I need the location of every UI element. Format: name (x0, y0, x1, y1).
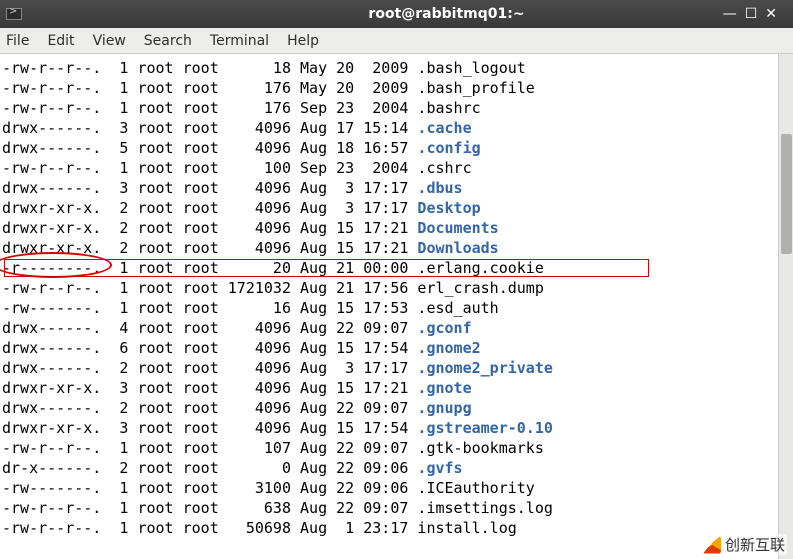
list-row: drwx------. 4 root root 4096 Aug 22 09:0… (2, 318, 778, 338)
file-name-dir: .dbus (417, 179, 462, 197)
list-row: -rw-r--r--. 1 root root 50698 Aug 1 23:1… (2, 518, 778, 538)
file-name: .cshrc (417, 159, 471, 177)
file-name-dir: Documents (417, 219, 498, 237)
file-name-dir: .gnote (417, 379, 471, 397)
file-name: install.log (417, 519, 516, 537)
file-name-dir: .gnome2_private (417, 359, 552, 377)
list-row: -rw-r--r--. 1 root root 107 Aug 22 09:07… (2, 438, 778, 458)
file-name: .imsettings.log (417, 499, 552, 517)
menu-file[interactable]: File (6, 33, 29, 49)
list-row: drwx------. 3 root root 4096 Aug 17 15:1… (2, 118, 778, 138)
terminal-output[interactable]: -rw-r--r--. 1 root root 18 May 20 2009 .… (0, 54, 778, 559)
file-name: .bash_logout (417, 59, 525, 77)
list-row: -r--------. 1 root root 20 Aug 21 00:00 … (2, 258, 778, 278)
list-row: -rw-------. 1 root root 3100 Aug 22 09:0… (2, 478, 778, 498)
menu-search[interactable]: Search (144, 33, 192, 49)
watermark-text: 创新互联 (725, 534, 785, 555)
list-row: drwx------. 2 root root 4096 Aug 3 17:17… (2, 358, 778, 378)
file-name-dir: Downloads (417, 239, 498, 257)
file-name: .esd_auth (417, 299, 498, 317)
list-row: drwx------. 6 root root 4096 Aug 15 17:5… (2, 338, 778, 358)
file-name-dir: .config (417, 139, 480, 157)
scrollbar-track[interactable] (778, 54, 793, 559)
list-row: -rw-r--r--. 1 root root 176 Sep 23 2004 … (2, 98, 778, 118)
list-row: -rw-r--r--. 1 root root 18 May 20 2009 .… (2, 58, 778, 78)
menu-bar: File Edit View Search Terminal Help (0, 28, 793, 54)
window-icon-area (6, 8, 186, 20)
file-name-dir: .cache (417, 119, 471, 137)
list-row: drwxr-xr-x. 2 root root 4096 Aug 15 17:2… (2, 238, 778, 258)
menu-edit[interactable]: Edit (47, 33, 74, 49)
window-controls: —☐✕ (707, 6, 787, 22)
file-name: .ICEauthority (417, 479, 534, 497)
window-title: root@rabbitmq01:~ (186, 6, 707, 22)
close-button[interactable]: ✕ (765, 6, 785, 22)
list-row: -rw-r--r--. 1 root root 176 May 20 2009 … (2, 78, 778, 98)
file-name-dir: .gvfs (417, 459, 462, 477)
watermark-icon (703, 536, 721, 554)
terminal-icon (6, 8, 22, 20)
list-row: drwx------. 5 root root 4096 Aug 18 16:5… (2, 138, 778, 158)
watermark: 创新互联 (701, 534, 787, 555)
menu-help[interactable]: Help (287, 33, 319, 49)
list-row: drwxr-xr-x. 2 root root 4096 Aug 3 17:17… (2, 198, 778, 218)
file-name: .bash_profile (417, 79, 534, 97)
file-name-dir: .gnome2 (417, 339, 480, 357)
file-name-dir: Desktop (417, 199, 480, 217)
list-row: drwx------. 3 root root 4096 Aug 3 17:17… (2, 178, 778, 198)
maximize-button[interactable]: ☐ (745, 6, 766, 22)
file-name: erl_crash.dump (417, 279, 543, 297)
list-row: drwxr-xr-x. 2 root root 4096 Aug 15 17:2… (2, 218, 778, 238)
list-row: drwxr-xr-x. 3 root root 4096 Aug 15 17:2… (2, 378, 778, 398)
list-row: -rw-r--r--. 1 root root 638 Aug 22 09:07… (2, 498, 778, 518)
list-row: -rw-r--r--. 1 root root 1721032 Aug 21 1… (2, 278, 778, 298)
menu-view[interactable]: View (93, 33, 126, 49)
list-row: drwx------. 2 root root 4096 Aug 22 09:0… (2, 398, 778, 418)
list-row: -rw-------. 1 root root 16 Aug 15 17:53 … (2, 298, 778, 318)
list-row: drwxr-xr-x. 3 root root 4096 Aug 15 17:5… (2, 418, 778, 438)
menu-terminal[interactable]: Terminal (210, 33, 269, 49)
file-name: .erlang.cookie (417, 259, 543, 277)
file-name: .bashrc (417, 99, 480, 117)
scrollbar-thumb[interactable] (781, 134, 792, 254)
file-name-dir: .gnupg (417, 399, 471, 417)
file-name: .gtk-bookmarks (417, 439, 543, 457)
minimize-button[interactable]: — (723, 6, 745, 22)
list-row: dr-x------. 2 root root 0 Aug 22 09:06 .… (2, 458, 778, 478)
list-row: -rw-r--r--. 1 root root 100 Sep 23 2004 … (2, 158, 778, 178)
file-name-dir: .gconf (417, 319, 471, 337)
window-titlebar: root@rabbitmq01:~ —☐✕ (0, 0, 793, 28)
file-name-dir: .gstreamer-0.10 (417, 419, 552, 437)
